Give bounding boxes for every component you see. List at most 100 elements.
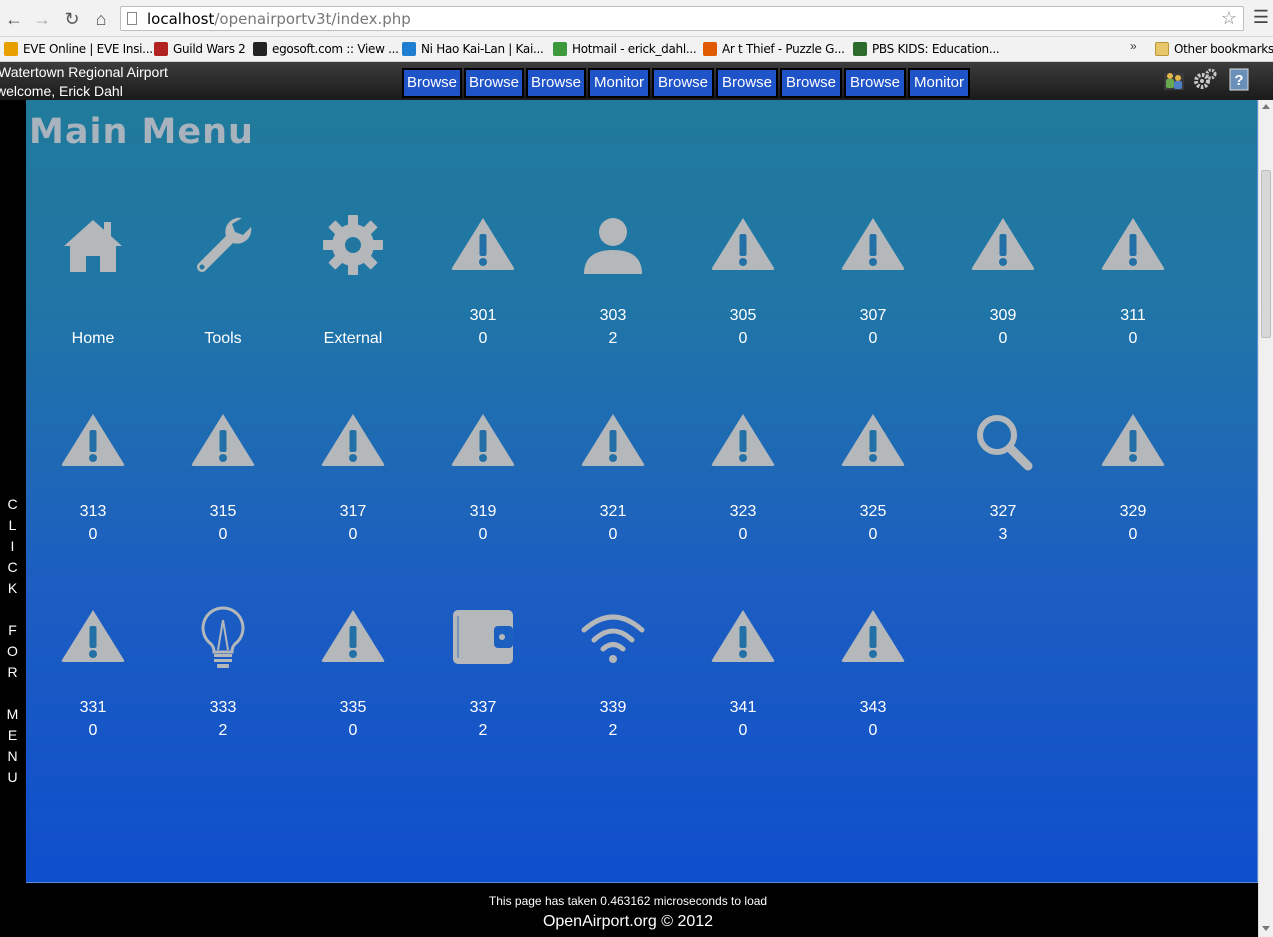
forward-icon[interactable]: → <box>31 8 53 30</box>
warning-icon <box>971 218 1035 270</box>
gears-icon[interactable] <box>1193 67 1217 91</box>
warning-icon <box>841 414 905 466</box>
nav-tab-browse[interactable]: Browse <box>464 68 524 98</box>
nav-tab-browse[interactable]: Browse <box>526 68 586 98</box>
scroll-down-icon[interactable] <box>1262 926 1270 931</box>
bookmark-item[interactable]: Hotmail - erick_dahl... <box>553 40 697 58</box>
bookmark-label: Guild Wars 2 <box>173 42 246 56</box>
address-bar[interactable]: localhost/openairportv3t/index.php ☆ <box>120 6 1244 31</box>
bookmark-item[interactable]: Ar t Thief - Puzzle G... <box>703 40 845 58</box>
bookmark-item[interactable]: egosoft.com :: View ... <box>253 40 399 58</box>
tile-number: 305 <box>729 307 757 324</box>
bookmark-star-icon[interactable]: ☆ <box>1221 8 1237 29</box>
nav-tab-monitor[interactable]: Monitor <box>588 68 650 98</box>
click-for-menu-letter <box>0 683 26 704</box>
nav-tab-browse[interactable]: Browse <box>844 68 906 98</box>
more-bookmarks-button[interactable]: » <box>1130 39 1137 53</box>
page-scrollbar[interactable] <box>1258 100 1273 937</box>
tile-count: 0 <box>998 330 1008 347</box>
tile-count: 0 <box>608 526 618 543</box>
tile-count: 2 <box>608 330 618 347</box>
tile-count: 0 <box>1128 330 1138 347</box>
tile-count: 0 <box>738 722 748 739</box>
click-for-menu-letter: C <box>7 496 19 512</box>
click-for-menu-letter: L <box>8 517 18 533</box>
warning-icon <box>321 610 385 662</box>
warning-icon <box>711 414 775 466</box>
tile-number: 307 <box>859 307 887 324</box>
scroll-thumb[interactable] <box>1261 170 1271 338</box>
click-for-menu-letter: N <box>7 748 19 764</box>
home-icon <box>64 220 122 272</box>
tile-number: 329 <box>1119 503 1147 520</box>
url-host: localhost <box>147 10 215 28</box>
tile-label: Home <box>71 330 115 347</box>
back-icon[interactable]: ← <box>3 8 25 30</box>
tile-number: 303 <box>599 307 627 324</box>
airport-name: Watertown Regional Airport <box>0 64 168 80</box>
warning-icon <box>321 414 385 466</box>
bookmark-label: Ni Hao Kai-Lan | Kai... <box>421 42 544 56</box>
warning-icon <box>581 414 645 466</box>
tile-number: 301 <box>469 307 497 324</box>
scroll-up-icon[interactable] <box>1262 104 1270 109</box>
warning-icon <box>61 414 125 466</box>
click-for-menu-letter <box>0 599 26 620</box>
bookmark-item[interactable]: Guild Wars 2 <box>154 40 246 58</box>
tile-count: 0 <box>738 526 748 543</box>
wrench-icon <box>197 217 252 272</box>
main-content: Main Menu Home Tools External 301 0 303 2 305 0 3… <box>26 100 1258 883</box>
click-for-menu-letter: E <box>7 727 19 743</box>
reload-icon[interactable]: ↻ <box>61 8 83 30</box>
tile-number: 327 <box>989 503 1017 520</box>
nav-tab-browse[interactable]: Browse <box>716 68 778 98</box>
bookmark-favicon-icon <box>853 42 867 56</box>
tile-number: 325 <box>859 503 887 520</box>
bookmarks-bar: EVE Online | EVE Insi... Guild Wars 2 egos… <box>0 37 1273 62</box>
bookmark-item[interactable]: Ni Hao Kai-Lan | Kai... <box>402 40 544 58</box>
click-for-menu-letter: U <box>7 769 19 785</box>
help-icon[interactable]: ? <box>1227 67 1251 91</box>
bookmark-item[interactable]: PBS KIDS: Education... <box>853 40 1000 58</box>
home-browser-icon[interactable]: ⌂ <box>90 8 112 30</box>
nav-tab-monitor[interactable]: Monitor <box>908 68 970 98</box>
other-bookmarks-folder[interactable]: Other bookmarks <box>1155 40 1273 58</box>
click-for-menu-letter: O <box>7 643 19 659</box>
warning-icon <box>1101 218 1165 270</box>
bookmark-label: egosoft.com :: View ... <box>272 42 399 56</box>
click-for-menu-strip[interactable]: CLICKFORMENU <box>0 100 26 937</box>
tile-number: 323 <box>729 503 757 520</box>
nav-tab-browse[interactable]: Browse <box>780 68 842 98</box>
wifi-icon <box>581 614 645 663</box>
warning-icon <box>841 610 905 662</box>
folder-icon <box>1155 42 1169 56</box>
tile-count: 2 <box>218 722 228 739</box>
welcome-text: welcome, Erick Dahl <box>0 83 123 99</box>
svg-text:?: ? <box>1234 72 1243 89</box>
click-for-menu-letter: C <box>7 559 19 575</box>
bookmark-item[interactable]: EVE Online | EVE Insi... <box>4 40 153 58</box>
tile-number: 319 <box>469 503 497 520</box>
bookmark-favicon-icon <box>253 42 267 56</box>
copyright-text: OpenAirport.org © 2012 <box>542 913 714 930</box>
tile-count: 0 <box>868 526 878 543</box>
tile-count: 0 <box>348 722 358 739</box>
tile-count: 0 <box>88 526 98 543</box>
bookmark-favicon-icon <box>402 42 416 56</box>
footer: This page has taken 0.463162 microsecond… <box>26 883 1258 937</box>
tile-count: 3 <box>998 526 1008 543</box>
other-bookmarks-label: Other bookmarks <box>1174 42 1273 56</box>
warning-icon <box>711 218 775 270</box>
tile-count: 0 <box>738 330 748 347</box>
bookmark-favicon-icon <box>154 42 168 56</box>
nav-tab-browse[interactable]: Browse <box>652 68 714 98</box>
users-icon[interactable] <box>1162 67 1186 91</box>
nav-tab-browse[interactable]: Browse <box>402 68 462 98</box>
tile-label: Tools <box>204 330 242 347</box>
chrome-menu-icon[interactable]: ☰ <box>1253 7 1269 28</box>
bookmark-label: EVE Online | EVE Insi... <box>23 42 153 56</box>
url-path: /openairportv3t/index.php <box>214 10 411 28</box>
warning-icon <box>191 414 255 466</box>
tile-count: 0 <box>478 330 488 347</box>
tile-number: 311 <box>1120 307 1146 324</box>
